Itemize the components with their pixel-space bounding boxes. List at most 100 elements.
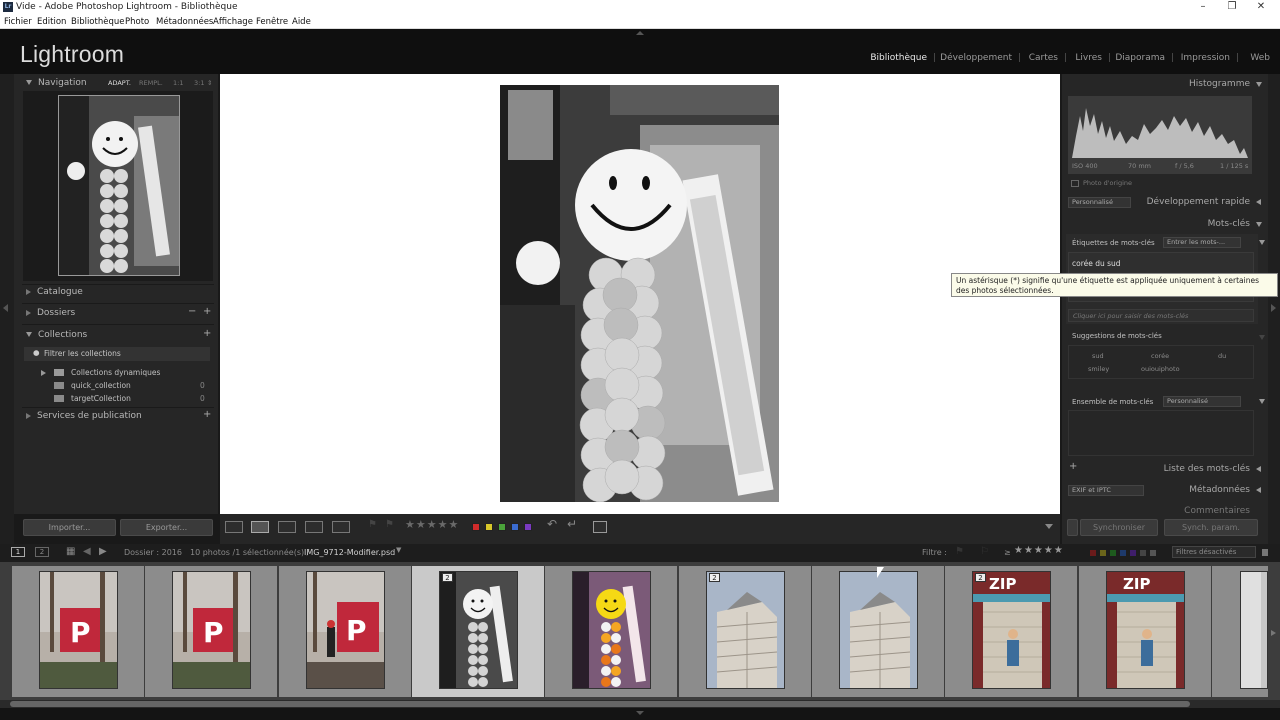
menu-edition[interactable]: Edition	[37, 17, 66, 27]
yellow-label-icon[interactable]	[485, 523, 493, 531]
survey-view-icon[interactable]	[305, 521, 323, 533]
rating-stars[interactable]: ★★★★★	[405, 518, 459, 531]
add-keyword-button[interactable]: +	[1069, 461, 1077, 472]
metadata-preset-dropdown[interactable]: EXIF et IPTC	[1068, 485, 1144, 496]
histogram-header[interactable]: Histogramme	[1189, 79, 1250, 89]
collections-header[interactable]: Collections	[26, 330, 87, 340]
toolbar-menu-icon[interactable]	[1045, 524, 1053, 529]
stack-count-badge[interactable]: 2	[709, 573, 720, 582]
main-window-button[interactable]: 1	[11, 547, 25, 557]
filmstrip-thumbnail[interactable]	[439, 571, 518, 689]
suggestion-keyword[interactable]: ouiouiphoto	[1141, 365, 1180, 373]
sync-settings-button[interactable]: Synch. param.	[1164, 519, 1258, 536]
no-label-filter-icon[interactable]	[1140, 550, 1146, 556]
loupe-view-icon[interactable]	[251, 521, 269, 533]
reject-flag-icon[interactable]: ⚑	[385, 519, 394, 530]
expand-triangle-icon[interactable]	[1256, 82, 1262, 87]
filmstrip-thumbnail[interactable]	[706, 571, 785, 689]
collapse-bottom-icon[interactable]	[636, 711, 644, 715]
collection-item[interactable]: Collections dynamiques	[71, 368, 160, 377]
publish-services-header[interactable]: Services de publication	[26, 411, 142, 421]
filmstrip-thumbnail[interactable]: P	[172, 571, 251, 689]
collapsed-triangle-icon[interactable]	[41, 370, 46, 376]
add-publish-service-button[interactable]: +	[203, 409, 211, 420]
quick-dev-preset-dropdown[interactable]: Personnalisé	[1068, 197, 1131, 208]
menu-affichage[interactable]: Affichage	[213, 17, 253, 27]
yellow-filter-icon[interactable]	[1100, 550, 1106, 556]
green-label-icon[interactable]	[498, 523, 506, 531]
expand-triangle-icon[interactable]	[1259, 335, 1265, 340]
green-filter-icon[interactable]	[1110, 550, 1116, 556]
unflag-filter-icon[interactable]: ⚐	[980, 546, 989, 557]
collapse-left-icon[interactable]	[3, 304, 8, 312]
expand-triangle-icon[interactable]	[1259, 240, 1265, 245]
module-developpement[interactable]: Développement	[940, 53, 1012, 63]
module-diaporama[interactable]: Diaporama	[1115, 53, 1165, 63]
auto-sync-toggle[interactable]	[1067, 519, 1078, 536]
filmstrip-filename[interactable]: IMG_9712-Modifier.psd	[304, 548, 395, 557]
filters-dropdown[interactable]: Filtres désactivés	[1172, 546, 1256, 558]
flag-icon[interactable]: ⚑	[368, 519, 377, 530]
filmstrip-thumbnail[interactable]: P	[39, 571, 118, 689]
filmstrip-thumbnail[interactable]: P	[306, 571, 385, 689]
filmstrip-thumbnail[interactable]: ZIP	[972, 571, 1051, 689]
rating-filter-operator[interactable]: ≥	[1004, 548, 1011, 557]
suggestion-keyword[interactable]: du	[1218, 352, 1226, 360]
red-filter-icon[interactable]	[1090, 550, 1096, 556]
blue-filter-icon[interactable]	[1120, 550, 1126, 556]
rotate-right-icon[interactable]: ↵	[567, 517, 577, 531]
zoom-dropdown-icon[interactable]: ⇕	[207, 79, 212, 87]
collapse-right-icon[interactable]	[1271, 304, 1276, 312]
red-label-icon[interactable]	[472, 523, 480, 531]
rotate-left-icon[interactable]: ↶	[547, 517, 557, 531]
import-button[interactable]: Importer...	[23, 519, 116, 536]
original-photo-checkbox[interactable]	[1071, 180, 1079, 187]
filmstrip-scrollbar[interactable]	[10, 701, 1190, 707]
suggestion-keyword[interactable]: sud	[1092, 352, 1104, 360]
close-icon[interactable]: ✕	[1251, 1, 1271, 12]
menu-fenetre[interactable]: Fenêtre	[256, 17, 288, 27]
collapsed-triangle-icon[interactable]	[1256, 199, 1261, 205]
filename-dropdown-icon[interactable]: ▼	[396, 546, 401, 554]
filmstrip-thumbnail[interactable]	[572, 571, 651, 689]
collection-item[interactable]: quick_collection	[71, 381, 131, 390]
zoom-1-1[interactable]: 1:1	[173, 79, 183, 87]
catalogue-header[interactable]: Catalogue	[26, 287, 83, 297]
restore-icon[interactable]: ❐	[1222, 1, 1242, 12]
rating-filter-stars[interactable]: ★★★★★	[1014, 545, 1064, 556]
module-impression[interactable]: Impression	[1181, 53, 1230, 63]
sync-button[interactable]: Synchroniser	[1080, 519, 1158, 536]
add-collection-button[interactable]: +	[203, 328, 211, 339]
flag-filter-icon[interactable]: ⚑	[955, 546, 964, 557]
suggestion-keyword[interactable]: smiley	[1088, 365, 1109, 373]
menu-fichier[interactable]: Fichier	[4, 17, 32, 27]
menu-aide[interactable]: Aide	[292, 17, 311, 27]
navigator-preview[interactable]	[58, 95, 180, 276]
menu-bibliotheque[interactable]: Bibliothèque	[71, 17, 124, 27]
suggestion-keyword[interactable]: corée	[1151, 352, 1169, 360]
collection-item[interactable]: targetCollection	[71, 394, 131, 403]
filmstrip-thumbnail[interactable]	[1240, 571, 1268, 689]
grid-view-icon[interactable]	[225, 521, 243, 533]
metadata-header[interactable]: Métadonnées	[1189, 485, 1250, 495]
people-view-icon[interactable]	[332, 521, 350, 533]
zoom-3-1[interactable]: 3:1	[194, 79, 204, 87]
second-window-button[interactable]: 2	[35, 547, 49, 557]
module-web[interactable]: Web	[1250, 53, 1270, 63]
export-button[interactable]: Exporter...	[120, 519, 213, 536]
menu-photo[interactable]: Photo	[125, 17, 149, 27]
menu-metadonnees[interactable]: Métadonnées	[156, 17, 213, 27]
zoom-fill[interactable]: REMPL.	[139, 79, 163, 87]
forward-arrow-icon[interactable]: ▶	[99, 546, 107, 557]
filmstrip-scroll-right-icon[interactable]	[1271, 630, 1276, 636]
module-livres[interactable]: Livres	[1075, 53, 1102, 63]
module-cartes[interactable]: Cartes	[1029, 53, 1058, 63]
back-arrow-icon[interactable]: ◀	[83, 546, 91, 557]
filmstrip-thumbnail[interactable]	[839, 571, 918, 689]
purple-filter-icon[interactable]	[1130, 550, 1136, 556]
collapsed-triangle-icon[interactable]	[1256, 487, 1261, 493]
crop-overlay-icon[interactable]	[593, 521, 607, 533]
keyword-tags-dropdown[interactable]: Entrer les mots-...	[1163, 237, 1241, 248]
purple-label-icon[interactable]	[524, 523, 532, 531]
filmstrip-thumbnail[interactable]: ZIP	[1106, 571, 1185, 689]
